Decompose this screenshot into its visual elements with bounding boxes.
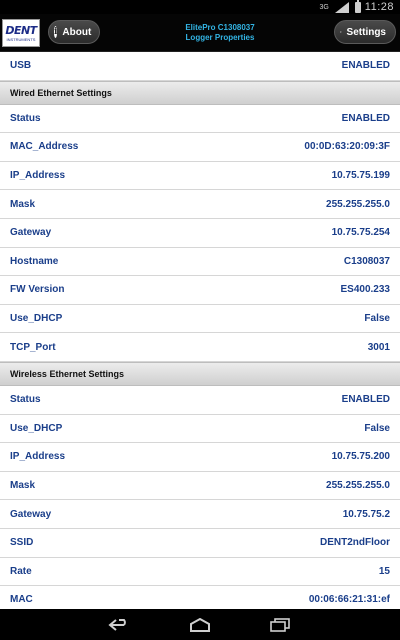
property-label: Rate [10, 565, 32, 577]
property-row[interactable]: FW Version ES400.233 [0, 276, 400, 305]
property-label: Gateway [10, 508, 52, 520]
property-label: Mask [10, 198, 36, 210]
about-label: About [62, 26, 92, 38]
title-line-2: Logger Properties [185, 33, 255, 42]
property-value: 10.75.75.199 [331, 170, 390, 182]
property-label: MAC_Address [10, 141, 79, 153]
home-icon [190, 617, 210, 632]
wired-rows: Status ENABLED MAC_Address 00:0D:63:20:09:… [0, 104, 400, 362]
property-label: Status [10, 112, 41, 124]
logo-text: DENT [5, 24, 37, 37]
recents-icon [270, 617, 290, 632]
network-type: 3G [319, 3, 329, 11]
property-label: MAC [10, 594, 33, 606]
property-value: ENABLED [341, 112, 390, 124]
property-value: ENABLED [341, 60, 390, 72]
wireless-section-header: Wireless Ethernet Settings [0, 361, 400, 386]
property-value: 255.255.255.0 [326, 480, 390, 492]
home-button[interactable] [180, 612, 220, 638]
property-value: ENABLED [341, 394, 390, 406]
property-row[interactable]: Use_DHCP False [0, 304, 400, 334]
property-row[interactable]: MAC 00:06:66:21:31:ef [0, 586, 400, 609]
property-label: IP_Address [10, 451, 66, 463]
property-row[interactable]: Status ENABLED [0, 385, 400, 415]
back-button[interactable] [100, 612, 140, 638]
property-label: Status [10, 394, 41, 406]
property-row[interactable]: Gateway 10.75.75.254 [0, 218, 400, 248]
settings-label: Settings [346, 26, 386, 38]
property-label: SSID [10, 537, 34, 549]
property-value: False [364, 422, 390, 434]
property-label: Use_DHCP [10, 422, 63, 434]
property-value: 10.75.75.2 [342, 508, 390, 520]
wired-section-header: Wired Ethernet Settings [0, 80, 400, 105]
property-row[interactable]: Hostname C1308037 [0, 247, 400, 277]
property-label: Mask [10, 480, 36, 492]
info-icon: i [54, 26, 58, 38]
property-row[interactable]: TCP_Port 3001 [0, 333, 400, 362]
property-row[interactable]: IP_Address 10.75.75.200 [0, 443, 400, 472]
property-value: 3001 [367, 341, 390, 353]
title-line-1: ElitePro C1308037 [185, 23, 255, 32]
navigation-bar [0, 609, 400, 640]
property-row[interactable]: Mask 255.255.255.0 [0, 471, 400, 501]
settings-button[interactable]: Settings [334, 20, 396, 44]
recents-button[interactable] [260, 612, 300, 638]
properties-list[interactable]: USB ENABLED Wired Ethernet Settings Stat… [0, 52, 400, 609]
property-value: C1308037 [343, 255, 390, 267]
property-value: 15 [378, 565, 390, 577]
property-value: 255.255.255.0 [326, 198, 390, 210]
property-row[interactable]: Mask 255.255.255.0 [0, 190, 400, 219]
about-button[interactable]: i About [48, 20, 100, 44]
action-bar: DENT INSTRUMENTS i About ElitePro C13080… [0, 14, 400, 52]
property-row[interactable]: Rate 15 [0, 557, 400, 587]
property-label: Hostname [10, 255, 59, 267]
property-row[interactable]: IP_Address 10.75.75.199 [0, 161, 400, 191]
property-row-usb[interactable]: USB ENABLED [0, 52, 400, 81]
dent-logo[interactable]: DENT INSTRUMENTS [2, 19, 40, 47]
property-label: Use_DHCP [10, 313, 63, 325]
logo-subtext: INSTRUMENTS [6, 37, 36, 42]
property-label: Gateway [10, 227, 52, 239]
property-label: TCP_Port [10, 341, 56, 353]
property-label: USB [10, 60, 32, 72]
battery-icon [354, 0, 361, 13]
status-bar: 3G 11:28 [0, 0, 400, 14]
property-value: 00:0D:63:20:09:3F [304, 141, 390, 153]
property-value: False [364, 313, 390, 325]
property-row[interactable]: Use_DHCP False [0, 414, 400, 444]
signal-icon [334, 2, 349, 13]
property-row[interactable]: Gateway 10.75.75.2 [0, 500, 400, 529]
property-row[interactable]: SSID DENT2ndFloor [0, 528, 400, 558]
property-value: ES400.233 [340, 284, 391, 296]
property-row[interactable]: Status ENABLED [0, 104, 400, 134]
clock: 11:28 [364, 1, 394, 13]
page-title: ElitePro C1308037 Logger Properties [150, 23, 290, 43]
property-label: IP_Address [10, 170, 66, 182]
property-value: 00:06:66:21:31:ef [308, 594, 390, 606]
property-value: 10.75.75.254 [331, 227, 390, 239]
wireless-rows: Status ENABLED Use_DHCP False IP_Address 10… [0, 385, 400, 609]
gear-icon [340, 31, 342, 33]
property-row[interactable]: MAC_Address 00:0D:63:20:09:3F [0, 133, 400, 162]
property-value: DENT2ndFloor [320, 537, 390, 549]
property-label: FW Version [10, 284, 65, 296]
back-icon [108, 618, 126, 631]
property-value: 10.75.75.200 [331, 451, 390, 463]
